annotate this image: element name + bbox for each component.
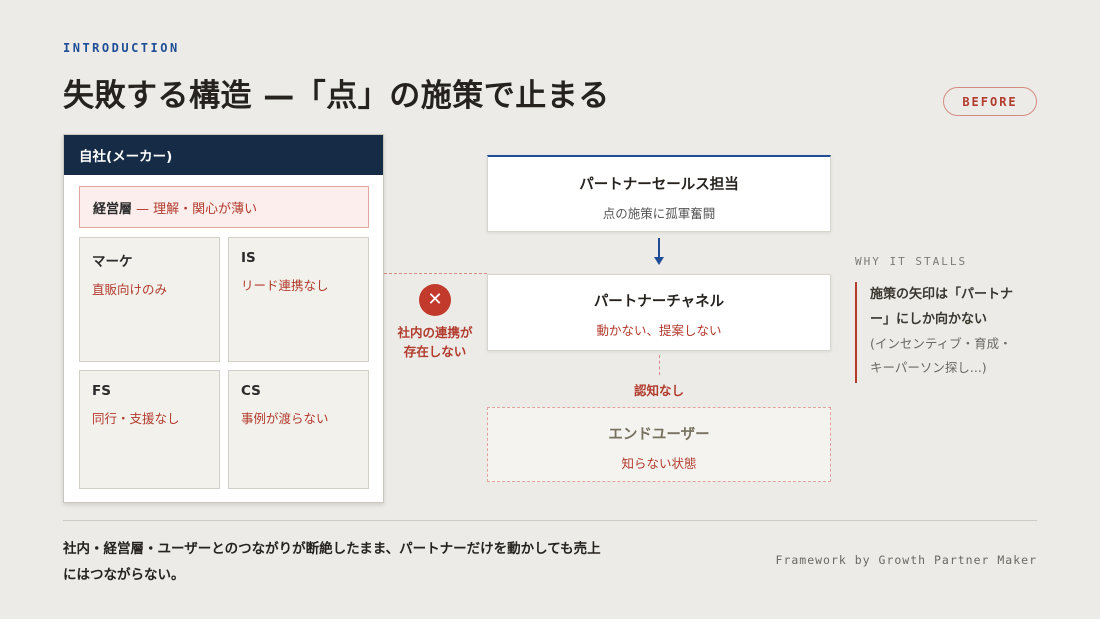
disconnect-label: 社内の連携が 存在しない (385, 323, 485, 361)
dept-note: 事例が渡らない (241, 411, 329, 426)
page-title: 失敗する構造 —「点」の施策で止まる (63, 78, 610, 114)
dept-is: IS リード連携なし (228, 237, 369, 362)
end-user-sub: 知らない状態 (621, 456, 697, 471)
before-badge: BEFORE (943, 87, 1037, 116)
footer-line2: にはつながらない。 (63, 567, 185, 583)
dept-name: IS (241, 250, 256, 266)
why-sub-line2: キーパーソン探し...) (870, 360, 987, 375)
disconnect-label-line1: 社内の連携が (397, 325, 473, 340)
dept-cs: CS 事例が渡らない (228, 370, 369, 489)
partner-sales-title: パートナーセールス担当 (579, 177, 739, 193)
footer-text: 社内・経営層・ユーザーとのつながりが断絶したまま、パートナーだけを動かしても売上… (63, 536, 723, 588)
end-user-box: エンドユーザー 知らない状態 (487, 407, 831, 482)
company-box: 自社(メーカー) 経営層 — 理解・関心が薄い マーケ 直販向けのみ IS リー… (63, 134, 384, 503)
disconnect-dashed-line (384, 273, 487, 274)
dept-fs: FS 同行・支援なし (79, 370, 220, 489)
disconnect-label-line2: 存在しない (403, 344, 467, 359)
partner-sales-sub: 点の施策に孤軍奮闘 (602, 206, 716, 221)
dept-note: リード連携なし (241, 278, 329, 293)
why-main-line1: 施策の矢印は「パートナ (870, 287, 1014, 302)
footer-divider (63, 520, 1037, 521)
management-row: 経営層 — 理解・関心が薄い (79, 186, 369, 228)
partner-sales-box: パートナーセールス担当 点の施策に孤軍奮闘 (487, 155, 831, 232)
dept-note: 直販向けのみ (92, 282, 168, 297)
dept-marketing: マーケ 直販向けのみ (79, 237, 220, 362)
dept-note: 同行・支援なし (92, 411, 180, 426)
management-label: 経営層 (93, 201, 133, 217)
why-title: WHY IT STALLS (855, 255, 968, 268)
partner-channel-title: パートナーチャネル (593, 294, 725, 310)
dept-name: FS (92, 383, 111, 399)
dept-name: マーケ (92, 254, 133, 270)
unaware-label: 認知なし (633, 383, 684, 398)
down-arrow-icon (653, 257, 664, 265)
partner-channel-sub: 動かない、提案しない (596, 323, 722, 338)
unaware-dashed-line (659, 355, 660, 375)
footer-line1: 社内・経営層・ユーザーとのつながりが断絶したまま、パートナーだけを動かしても売上 (63, 541, 601, 557)
why-sub-line1: (インセンティブ・育成・ (870, 336, 1012, 351)
company-header: 自社(メーカー) (64, 135, 383, 175)
dept-name: CS (241, 383, 261, 399)
footer-credit: Framework by Growth Partner Maker (775, 553, 1037, 567)
eyebrow-label: INTRODUCTION (63, 41, 180, 55)
cross-icon: ✕ (419, 284, 451, 316)
management-note: — 理解・関心が薄い (136, 201, 258, 217)
partner-channel-box: パートナーチャネル 動かない、提案しない (487, 274, 831, 351)
why-body: 施策の矢印は「パートナ ー」にしか向かない (インセンティブ・育成・ キーパーソ… (855, 282, 1055, 383)
why-main-line2: ー」にしか向かない (870, 312, 988, 327)
end-user-title: エンドユーザー (608, 427, 710, 443)
down-arrow-line (658, 238, 660, 258)
